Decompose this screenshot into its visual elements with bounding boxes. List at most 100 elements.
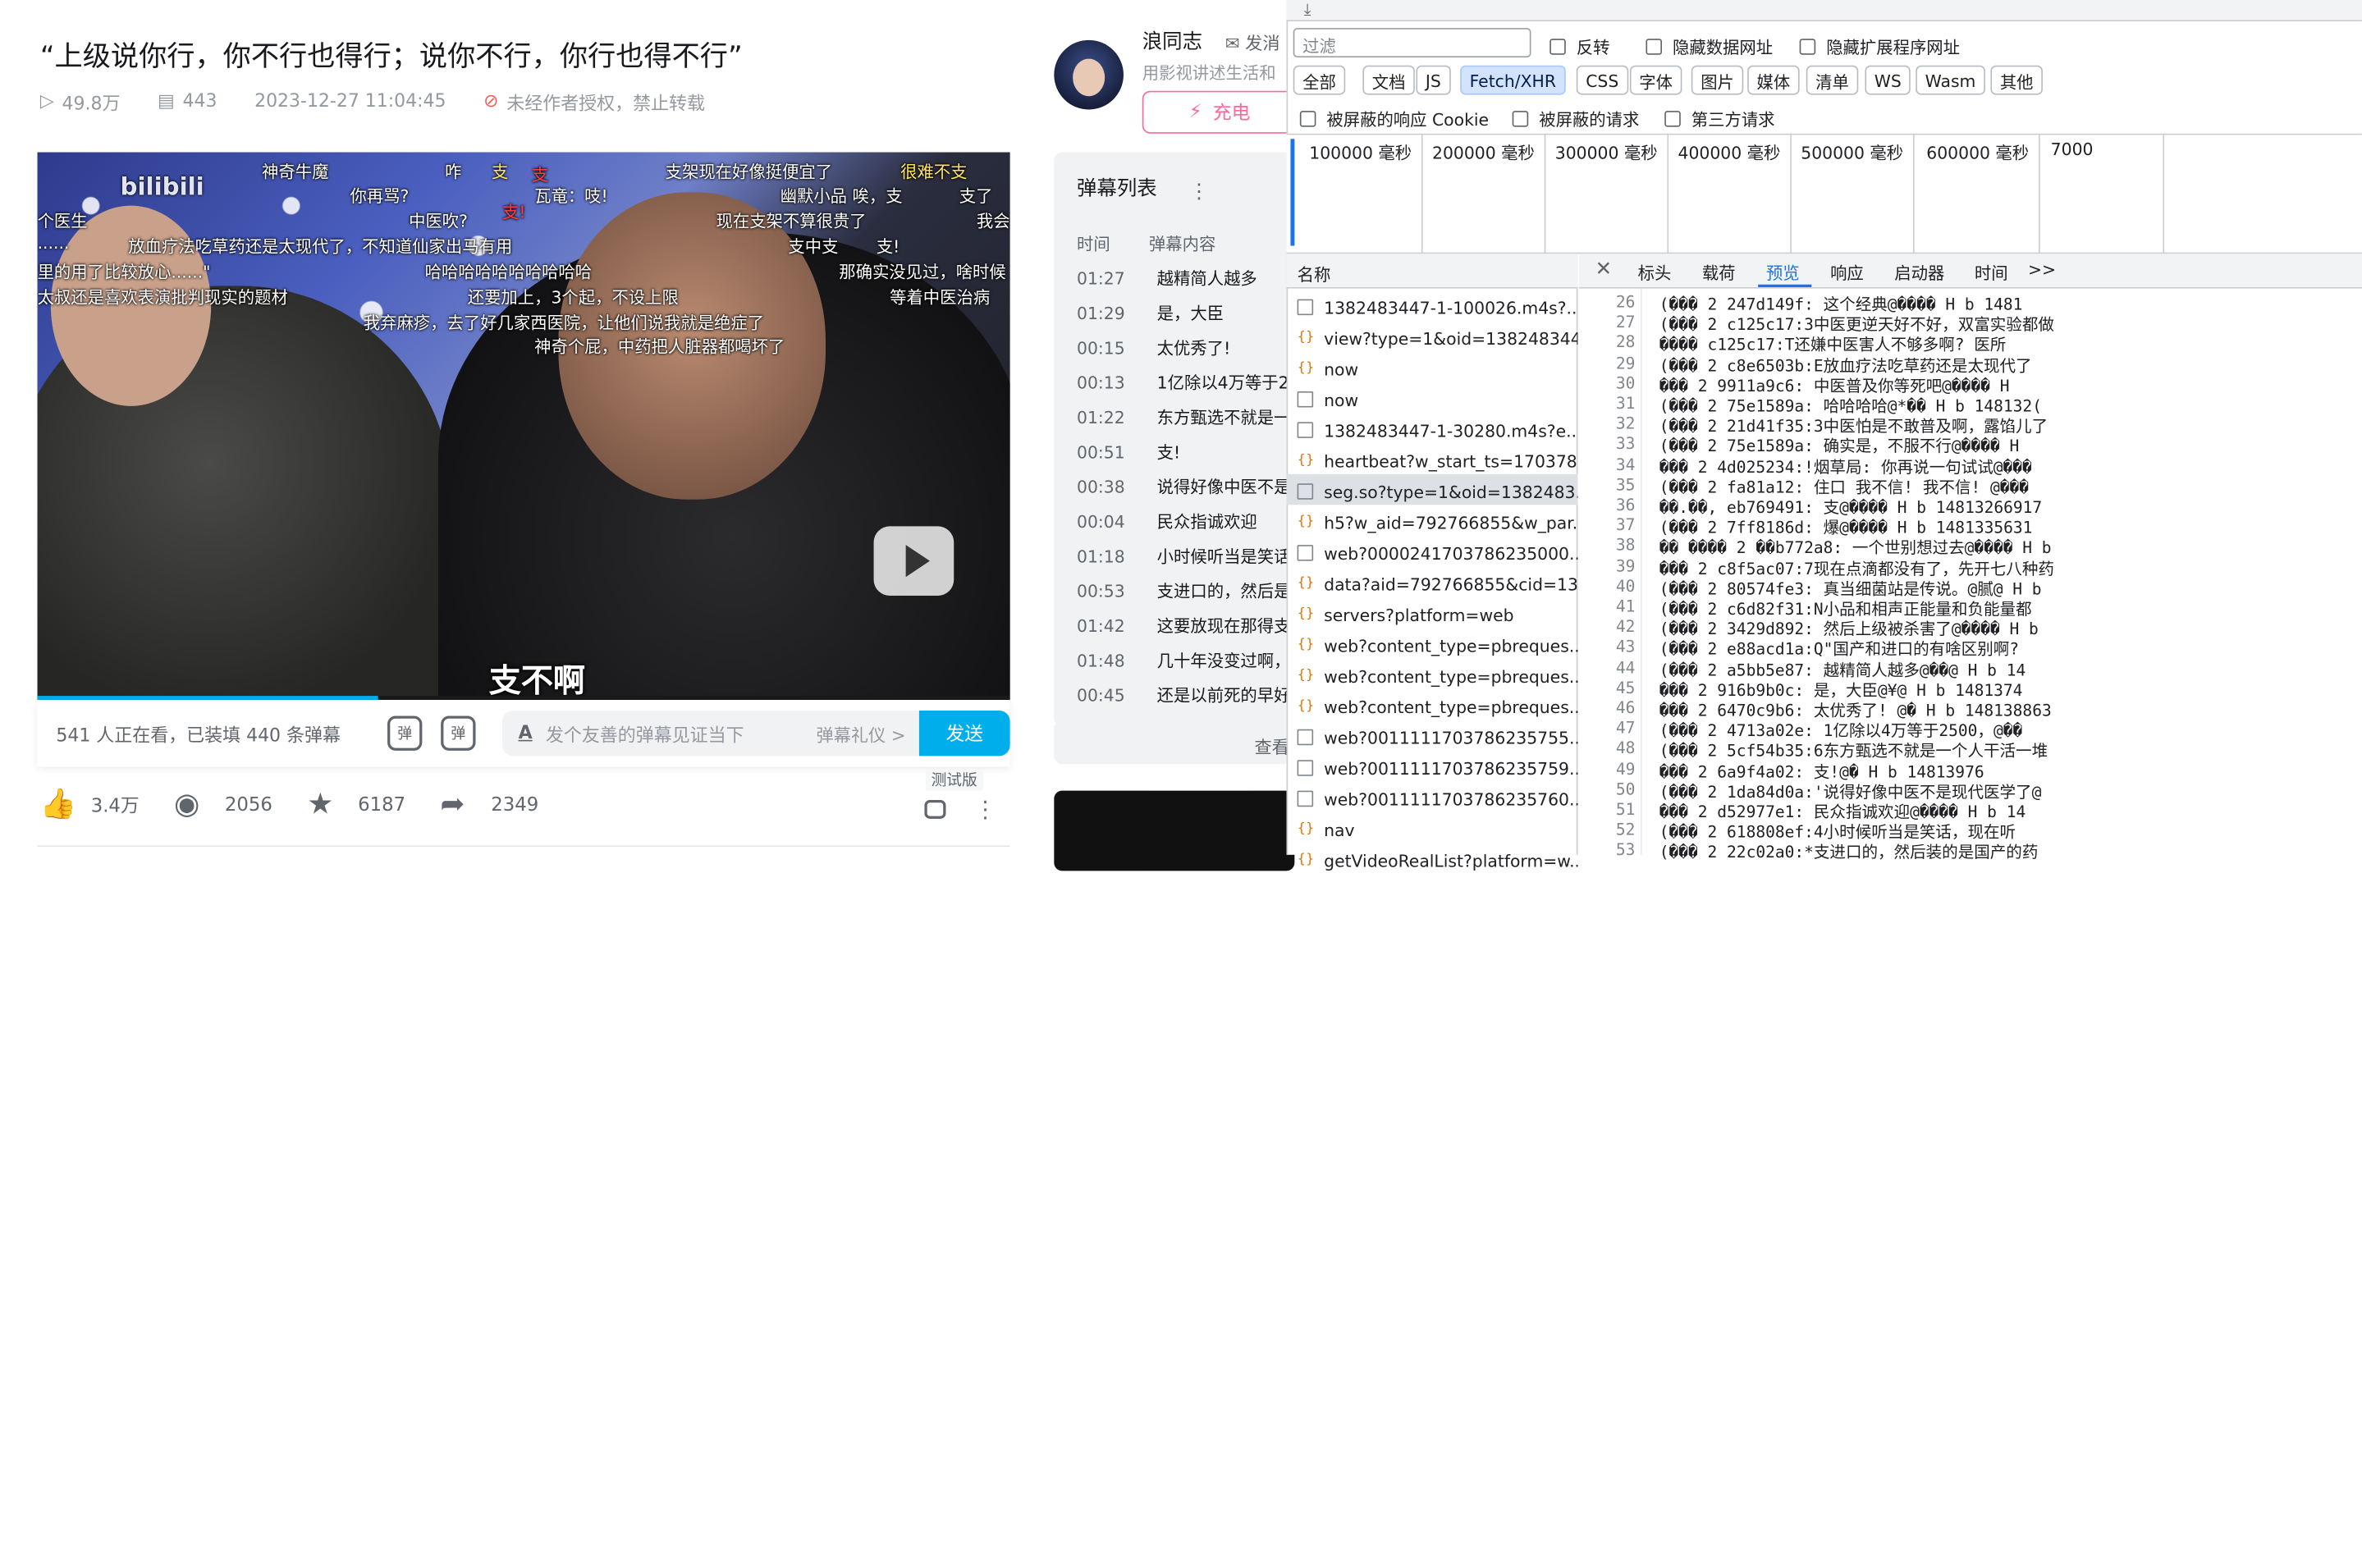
type-filter-button[interactable]: Wasm	[1916, 65, 1985, 95]
type-filter-button[interactable]: 字体	[1629, 65, 1682, 95]
type-filter-button[interactable]: 其他	[1990, 65, 2043, 95]
type-filter-button[interactable]: 媒体	[1747, 65, 1800, 95]
danmaku-list-row[interactable]: 01:27 越精简人越多	[1077, 264, 1257, 290]
danmaku-list-row[interactable]: 00:51 支!	[1077, 438, 1180, 464]
ad-banner[interactable]	[1054, 790, 1295, 871]
detail-tab[interactable]: 时间	[1975, 259, 2008, 285]
detail-tab[interactable]: 载荷	[1702, 259, 1736, 285]
request-row[interactable]: web?0011111703786235759...	[1287, 751, 1577, 781]
danmaku-list-row[interactable]: 00:15 太优秀了!	[1077, 334, 1230, 359]
danmaku-list-row[interactable]: 01:22 东方甄选不就是一	[1077, 404, 1290, 429]
danmaku-list-row[interactable]: 01:29 是，大臣	[1077, 299, 1224, 325]
no-repost-icon: ⊘	[483, 90, 499, 112]
request-row[interactable]: web?0000241703786235000...	[1287, 536, 1577, 566]
type-filter-button[interactable]: 清单	[1806, 65, 1859, 95]
like-count: 3.4万	[90, 796, 140, 818]
more-tabs-icon[interactable]: >>	[2028, 259, 2056, 279]
request-row[interactable]: nav	[1287, 812, 1578, 843]
like-button[interactable]: 👍 3.4万	[40, 788, 140, 822]
type-filter-button[interactable]: CSS	[1576, 65, 1628, 95]
uploader-avatar[interactable]	[1054, 39, 1124, 110]
danmaku-list-title[interactable]: 弹幕列表	[1077, 174, 1157, 202]
type-filter-button[interactable]: WS	[1865, 65, 1911, 95]
request-row[interactable]: web?0011111703786235760...	[1287, 781, 1577, 811]
danmaku-list-row[interactable]: 00:38 说得好像中医不是	[1077, 473, 1290, 498]
danmaku-toggle-icon[interactable]: 弹	[387, 715, 423, 751]
detail-tab[interactable]: 标头	[1638, 259, 1672, 285]
request-row[interactable]: h5?w_aid=792766855&w_par...	[1287, 505, 1577, 535]
hide-ext-urls-checkbox[interactable]: 隐藏扩展程序网址	[1799, 34, 1960, 59]
timeline-gridline	[1544, 133, 1546, 254]
danmaku-list-row[interactable]: 01:42 这要放现在那得支	[1077, 612, 1290, 638]
danmaku-count: 443	[182, 90, 217, 112]
share-button[interactable]: ➦ 2349	[440, 788, 538, 822]
line-number: 45	[1615, 678, 1636, 697]
detail-tab[interactable]: 启动器	[1894, 259, 1944, 285]
request-row[interactable]: seg.so?type=1&oid=1382483...	[1286, 473, 1578, 505]
danmaku-input[interactable]: A 发个友善的弹幕见证当下 弹幕礼仪 >	[502, 710, 919, 757]
view-all-danmaku-button[interactable]: 查看	[1054, 721, 1295, 765]
play-icon[interactable]	[873, 526, 954, 596]
network-filter-input[interactable]: 过滤	[1293, 28, 1531, 57]
danmaku-item: 我弃麻疹，去了好几家西医院，让他们说我就是绝症了	[363, 312, 765, 333]
danmaku-etiquette-link[interactable]: 弹幕礼仪 >	[817, 720, 906, 746]
type-filter-button[interactable]: 全部	[1293, 65, 1346, 95]
request-row[interactable]: now	[1287, 351, 1578, 382]
danmaku-list-row[interactable]: 00:53 支进口的，然后是	[1077, 577, 1290, 602]
document-icon	[1297, 391, 1314, 408]
charge-button[interactable]: ⚡ 充电	[1142, 90, 1303, 134]
name-column-header[interactable]: 名称	[1286, 254, 1578, 289]
request-row[interactable]: 1382483447-1-100026.m4s?...	[1287, 290, 1577, 320]
request-row[interactable]: getVideoRealList?platform=w...	[1287, 843, 1577, 873]
line-number: 27	[1615, 313, 1636, 331]
type-filter-button[interactable]: JS	[1416, 65, 1451, 95]
danmaku-item: 那确实没见过，啥时候	[839, 262, 1006, 282]
request-row[interactable]: heartbeat?w_start_ts=170378...	[1287, 443, 1577, 473]
send-danmaku-button[interactable]: 发送	[918, 710, 1010, 757]
more-options-icon[interactable]: · · ·	[982, 791, 988, 829]
type-filter-button[interactable]: 文档	[1362, 65, 1415, 95]
xhr-icon	[1298, 668, 1314, 684]
blocked-requests-checkbox[interactable]: 被屏蔽的请求	[1512, 106, 1639, 131]
type-filter-button[interactable]: 图片	[1691, 65, 1744, 95]
robot-icon[interactable]	[924, 800, 946, 819]
request-row[interactable]: servers?platform=web	[1287, 597, 1578, 628]
font-style-icon[interactable]: A	[519, 723, 533, 744]
document-icon	[1297, 545, 1314, 561]
danmaku-setting-icon[interactable]: 弹	[441, 715, 476, 751]
close-detail-icon[interactable]: ✕	[1595, 257, 1612, 281]
request-row[interactable]: now	[1287, 382, 1578, 413]
detail-tab[interactable]: 预览	[1766, 259, 1800, 285]
request-row[interactable]: web?content_type=pbreques...	[1287, 628, 1577, 658]
code-line: (��� 2 c8e6503b:E放血疗法吃草药还是太现代了	[1659, 355, 2032, 375]
video-player[interactable]: 神奇牛魔 支 支架现在好像挺便宜了 很难不支 你再骂? 瓦竜：吱! 幽默小品 唉…	[37, 152, 1010, 700]
danmaku-time: 00:15	[1077, 337, 1125, 359]
action-bar: 👍 3.4万 ◉ 2056 ★ 6187 ➦ 2349	[40, 788, 574, 822]
hide-data-urls-checkbox[interactable]: 隐藏数据网址	[1646, 34, 1773, 59]
favorite-button[interactable]: ★ 6187	[307, 788, 405, 822]
uploader-name[interactable]: 浪同志	[1142, 27, 1202, 55]
danmaku-list-row[interactable]: 00:45 还是以前死的早好	[1077, 681, 1290, 706]
danmaku-list-row[interactable]: 01:18 小时候听当是笑话	[1077, 542, 1290, 568]
request-row[interactable]: view?type=1&oid=138248344...	[1287, 321, 1577, 351]
third-party-checkbox[interactable]: 第三方请求	[1664, 106, 1775, 131]
danmaku-list-row[interactable]: 00:04 民众指诚欢迎	[1077, 508, 1257, 533]
request-row[interactable]: data?aid=792766855&cid=13...	[1287, 566, 1577, 597]
invert-checkbox[interactable]: 反转	[1549, 34, 1610, 59]
send-message-link[interactable]: ✉ 发消	[1225, 30, 1280, 54]
coin-button[interactable]: ◉ 2056	[174, 788, 272, 822]
detail-tab[interactable]: 响应	[1830, 259, 1864, 285]
request-row[interactable]: web?0011111703786235755...	[1287, 720, 1577, 750]
type-filter-button[interactable]: Fetch/XHR	[1460, 65, 1566, 95]
request-row[interactable]: web?content_type=pbreques...	[1287, 659, 1577, 689]
line-number: 40	[1615, 576, 1636, 596]
line-number: 32	[1615, 414, 1636, 433]
blocked-cookies-checkbox[interactable]: 被屏蔽的响应 Cookie	[1299, 106, 1489, 131]
download-icon[interactable]: ⤓	[1304, 0, 1311, 20]
request-row[interactable]: web?content_type=pbreques...	[1287, 689, 1577, 720]
devtools-toolbar	[1286, 0, 2362, 22]
danmaku-list-row[interactable]: 01:48 几十年没变过啊，	[1077, 647, 1290, 672]
danmaku-list-row[interactable]: 00:13 1亿除以4万等于2	[1077, 368, 1289, 394]
danmaku-list-menu-icon[interactable]: ⋮	[1189, 179, 1209, 203]
request-row[interactable]: 1382483447-1-30280.m4s?e...	[1287, 413, 1577, 443]
